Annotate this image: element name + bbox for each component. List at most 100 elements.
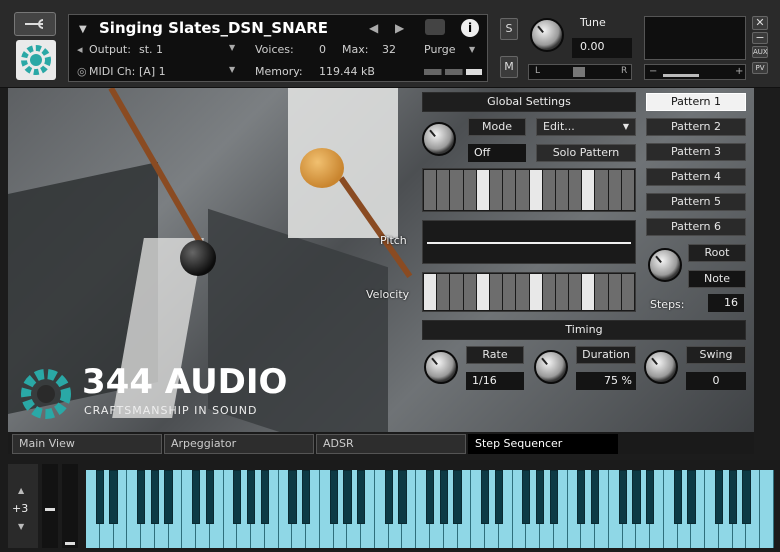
midi-channel-value[interactable]: [A] 1 xyxy=(139,65,166,78)
sequencer-step[interactable] xyxy=(529,170,542,210)
sequencer-step[interactable] xyxy=(555,274,569,310)
sequencer-step[interactable] xyxy=(569,274,582,310)
pattern-button-5[interactable]: Pattern 5 xyxy=(646,193,746,211)
black-key[interactable] xyxy=(191,470,201,524)
tab-step-sequencer[interactable]: Step Sequencer xyxy=(468,434,618,454)
black-key[interactable] xyxy=(632,470,641,524)
black-key[interactable] xyxy=(714,470,724,524)
black-key[interactable] xyxy=(549,470,558,524)
minimize-icon[interactable]: − xyxy=(752,32,768,44)
sequencer-step[interactable] xyxy=(450,274,463,310)
sequencer-step[interactable] xyxy=(582,274,595,310)
pattern-button-6[interactable]: Pattern 6 xyxy=(646,218,746,236)
duration-field[interactable]: 75 % xyxy=(576,372,636,390)
edit-dropdown[interactable]: Edit... ▼ xyxy=(536,118,636,136)
pattern-button-1[interactable]: Pattern 1 xyxy=(646,93,746,111)
sequencer-step[interactable] xyxy=(424,170,437,210)
sequencer-step[interactable] xyxy=(595,274,608,310)
next-instrument-icon[interactable]: ▶ xyxy=(395,21,404,35)
mute-button[interactable]: M xyxy=(500,56,518,78)
mod-wheel[interactable] xyxy=(62,464,78,548)
black-key[interactable] xyxy=(439,470,448,524)
black-key[interactable] xyxy=(398,470,407,524)
pitch-wheel[interactable] xyxy=(42,464,58,548)
sequencer-step[interactable] xyxy=(437,170,450,210)
midi-dropdown-icon[interactable]: ▼ xyxy=(229,65,235,74)
sequencer-step[interactable] xyxy=(476,274,489,310)
output-dropdown-icon[interactable]: ▼ xyxy=(229,43,235,52)
root-knob[interactable] xyxy=(648,248,682,282)
pattern-button-3[interactable]: Pattern 3 xyxy=(646,143,746,161)
pitch-lane[interactable] xyxy=(422,220,636,264)
black-key[interactable] xyxy=(329,470,338,524)
tune-knob[interactable] xyxy=(530,18,564,52)
tab-adsr[interactable]: ADSR xyxy=(316,434,466,454)
black-key[interactable] xyxy=(453,470,462,524)
sequencer-step[interactable] xyxy=(542,170,555,210)
sequencer-step[interactable] xyxy=(529,274,542,310)
purge-dropdown-icon[interactable]: ▼ xyxy=(469,45,475,54)
purge-label[interactable]: Purge xyxy=(424,43,456,56)
velocity-lane[interactable] xyxy=(422,272,636,312)
black-key[interactable] xyxy=(233,470,242,524)
info-icon[interactable]: i xyxy=(461,19,479,37)
sequencer-step[interactable] xyxy=(489,170,503,210)
sequencer-step[interactable] xyxy=(503,170,516,210)
black-key[interactable] xyxy=(109,470,118,524)
tab-main-view[interactable]: Main View xyxy=(12,434,162,454)
pv-button[interactable]: PV xyxy=(752,62,768,74)
sequencer-step[interactable] xyxy=(463,274,476,310)
black-key[interactable] xyxy=(150,470,159,524)
black-key[interactable] xyxy=(742,470,751,524)
octave-down-icon[interactable]: ▼ xyxy=(18,522,24,531)
black-key[interactable] xyxy=(646,470,655,524)
black-key[interactable] xyxy=(260,470,269,524)
black-key[interactable] xyxy=(288,470,297,524)
black-key[interactable] xyxy=(164,470,173,524)
sequencer-step[interactable] xyxy=(424,274,437,310)
sequencer-step[interactable] xyxy=(608,274,621,310)
swing-knob[interactable] xyxy=(644,350,678,384)
tab-arpeggiator[interactable]: Arpeggiator xyxy=(164,434,314,454)
sequencer-step[interactable] xyxy=(542,274,555,310)
sequencer-step[interactable] xyxy=(450,170,463,210)
aux-button[interactable]: AUX xyxy=(752,46,768,58)
black-key[interactable] xyxy=(494,470,503,524)
duration-knob[interactable] xyxy=(534,350,568,384)
solo-pattern-button[interactable]: Solo Pattern xyxy=(536,144,636,162)
swing-value[interactable]: 0 xyxy=(686,372,746,390)
sequencer-step[interactable] xyxy=(503,274,516,310)
solo-button[interactable]: S xyxy=(500,18,518,40)
pattern-button-4[interactable]: Pattern 4 xyxy=(646,168,746,186)
sequencer-step[interactable] xyxy=(516,274,529,310)
rate-knob[interactable] xyxy=(424,350,458,384)
black-key[interactable] xyxy=(728,470,737,524)
black-key[interactable] xyxy=(357,470,366,524)
note-label[interactable]: Note xyxy=(688,270,746,288)
mode-knob[interactable] xyxy=(422,122,456,156)
wrench-tool-button[interactable] xyxy=(14,12,56,36)
white-key[interactable] xyxy=(760,470,774,548)
volume-slider[interactable]: − + xyxy=(644,64,746,80)
black-key[interactable] xyxy=(95,470,104,524)
black-key[interactable] xyxy=(522,470,531,524)
black-key[interactable] xyxy=(343,470,352,524)
snapshot-camera-icon[interactable] xyxy=(425,19,445,35)
sequencer-step[interactable] xyxy=(621,274,634,310)
black-key[interactable] xyxy=(590,470,600,524)
black-key[interactable] xyxy=(577,470,586,524)
output-value[interactable]: st. 1 xyxy=(139,43,163,56)
black-key[interactable] xyxy=(535,470,545,524)
black-key[interactable] xyxy=(618,470,627,524)
sequencer-step[interactable] xyxy=(569,170,582,210)
prev-instrument-icon[interactable]: ◀ xyxy=(369,21,378,35)
octave-up-icon[interactable]: ▲ xyxy=(18,486,24,495)
sequencer-step[interactable] xyxy=(489,274,503,310)
sequencer-step[interactable] xyxy=(608,170,621,210)
pattern-button-2[interactable]: Pattern 2 xyxy=(646,118,746,136)
sequencer-step[interactable] xyxy=(516,170,529,210)
black-key[interactable] xyxy=(480,470,490,524)
step-sequencer-grid[interactable] xyxy=(422,168,636,212)
sequencer-step[interactable] xyxy=(555,170,569,210)
black-key[interactable] xyxy=(673,470,682,524)
